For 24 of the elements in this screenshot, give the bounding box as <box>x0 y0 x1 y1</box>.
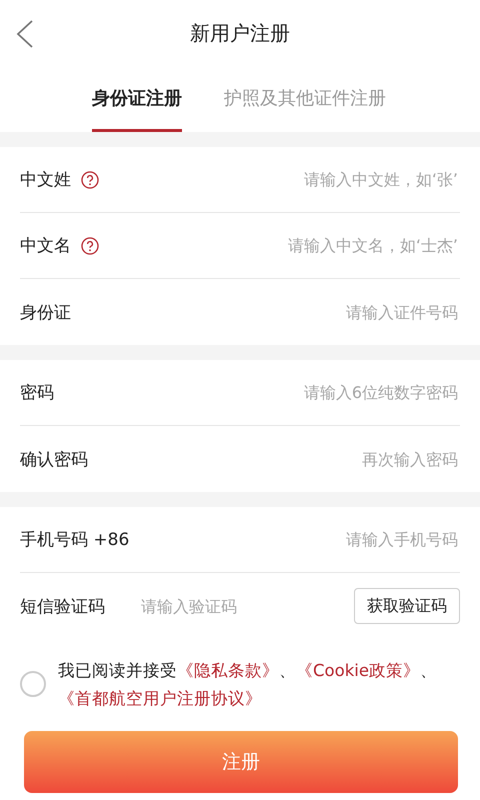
input-field[interactable]: 请输入6位纯数字密码 <box>54 382 460 403</box>
field-label: 短信验证码 <box>20 596 105 618</box>
field-label: 确认密码 <box>20 448 88 470</box>
input-field[interactable]: 请输入手机号码 <box>129 529 460 550</box>
agreement-link[interactable]: 《Cookie政策》 <box>296 661 420 680</box>
help-icon[interactable] <box>81 170 99 188</box>
help-icon[interactable] <box>81 236 99 254</box>
field-label: 身份证 <box>20 302 71 324</box>
field-label: 中文名 <box>20 235 71 257</box>
agree-radio[interactable] <box>20 671 46 697</box>
agreement-text: 我已阅读并接受《隐私条款》、《Cookie政策》、 《首都航空用户注册协议》 <box>58 660 438 710</box>
get-code-button[interactable]: 获取验证码 <box>354 588 460 624</box>
page-title: 新用户注册 <box>190 20 290 46</box>
input-field[interactable]: 请输入中文名，如‘士杰’ <box>99 235 460 256</box>
input-field[interactable]: 再次输入密码 <box>88 448 460 470</box>
field-label: 中文姓 <box>20 169 71 191</box>
agreement-link[interactable]: 《首都航空用户注册协议》 <box>58 689 262 708</box>
field-label: 密码 <box>20 382 54 404</box>
input-field[interactable]: 请输入中文姓，如‘张’ <box>99 169 460 190</box>
agreement-link[interactable]: 《隐私条款》 <box>177 661 279 680</box>
input-field[interactable]: 请输入验证码 <box>139 596 354 616</box>
back-icon[interactable] <box>16 20 34 48</box>
field-label: 手机号码 +86 <box>20 529 130 551</box>
input-field[interactable]: 请输入证件号码 <box>71 302 460 322</box>
